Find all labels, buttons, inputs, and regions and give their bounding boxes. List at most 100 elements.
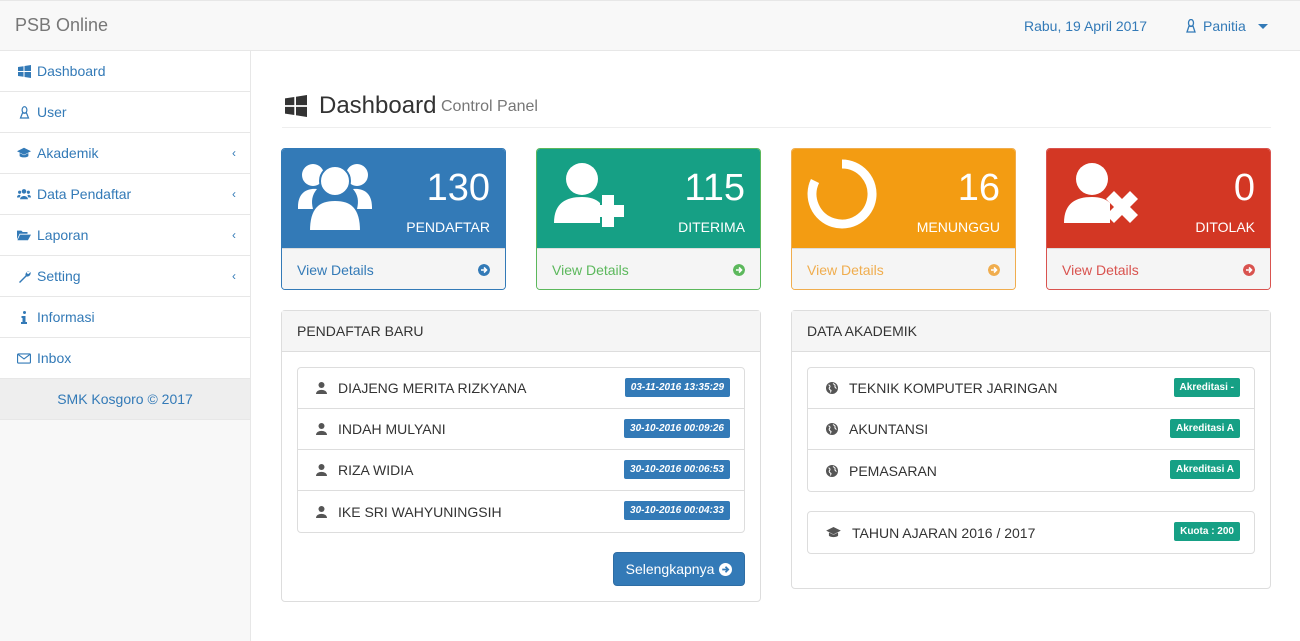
stat-panel-menunggu: 16 MENUNGGU View Details: [791, 148, 1016, 290]
user-linux-icon: [17, 105, 31, 119]
selengkapnya-button[interactable]: Selengkapnya: [613, 552, 745, 586]
sidebar: Dashboard User Akademik ‹ Data Pendaftar…: [0, 51, 251, 641]
arrow-circle-right-icon: [719, 562, 733, 576]
akreditasi-badge: Akreditasi A: [1170, 419, 1240, 438]
sidebar-item-laporan[interactable]: Laporan ‹: [0, 215, 250, 256]
chevron-left-icon: ‹: [232, 269, 236, 283]
sidebar-item-label: Inbox: [37, 350, 72, 366]
stat-panel-ditolak: 0 DITOLAK View Details: [1046, 148, 1271, 290]
pendaftar-name: RIZA WIDIA: [338, 462, 414, 478]
user-plus-icon: [554, 163, 624, 227]
globe-icon: [826, 423, 838, 435]
sidebar-item-label: Setting: [37, 268, 81, 284]
list-item[interactable]: AKUNTANSI Akreditasi A: [808, 409, 1254, 450]
page-title: Dashboard: [319, 92, 437, 119]
graduation-cap-icon: [826, 527, 841, 538]
user-icon: [316, 382, 327, 394]
list-item[interactable]: RIZA WIDIA 30-10-2016 00:06:53: [298, 450, 744, 491]
sidebar-item-setting[interactable]: Setting ‹: [0, 256, 250, 297]
graduation-cap-icon: [17, 146, 31, 160]
list-item[interactable]: DIAJENG MERITA RIZKYANA 03-11-2016 13:35…: [298, 368, 744, 409]
list-item[interactable]: IKE SRI WAHYUNINGSIH 30-10-2016 00:04:33: [298, 491, 744, 532]
user-icon: [316, 464, 327, 476]
sidebar-item-user[interactable]: User: [0, 92, 250, 133]
sidebar-item-data-pendaftar[interactable]: Data Pendaftar ‹: [0, 174, 250, 215]
sidebar-item-label: User: [37, 104, 67, 120]
chevron-left-icon: ‹: [232, 187, 236, 201]
current-date: Rabu, 19 April 2017: [1024, 18, 1147, 34]
view-details-link[interactable]: View Details: [792, 248, 1015, 289]
sidebar-item-label: Akademik: [37, 145, 99, 161]
sidebar-item-akademik[interactable]: Akademik ‹: [0, 133, 250, 174]
stat-value: 16: [957, 167, 1000, 209]
sidebar-item-label: Informasi: [37, 309, 95, 325]
folder-open-icon: [17, 228, 31, 242]
globe-icon: [826, 464, 838, 477]
stat-label: PENDAFTAR: [406, 219, 490, 235]
view-details-link[interactable]: View Details: [282, 248, 505, 289]
stat-label: DITERIMA: [678, 219, 745, 235]
akreditasi-badge: Akreditasi -: [1173, 378, 1240, 397]
pendaftar-name: DIAJENG MERITA RIZKYANA: [338, 380, 527, 396]
view-details-link[interactable]: View Details: [1047, 248, 1270, 289]
list-item[interactable]: INDAH MULYANI 30-10-2016 00:09:26: [298, 409, 744, 450]
envelope-icon: [17, 351, 31, 365]
top-navbar: PSB Online Rabu, 19 April 2017 Panitia: [0, 0, 1300, 51]
sidebar-item-inbox[interactable]: Inbox: [0, 338, 250, 379]
windows-icon: [17, 64, 31, 78]
stat-value: 130: [426, 167, 490, 209]
jurusan-name: PEMASARAN: [849, 462, 937, 479]
pendaftar-name: IKE SRI WAHYUNINGSIH: [338, 503, 502, 520]
arrow-circle-right-icon: [988, 264, 1000, 276]
sidebar-footer: SMK Kosgoro © 2017: [0, 379, 250, 420]
timestamp-badge: 30-10-2016 00:04:33: [624, 501, 730, 520]
user-times-icon: [1064, 163, 1138, 223]
arrow-circle-right-icon: [733, 264, 745, 276]
stat-panel-pendaftar: 130 PENDAFTAR View Details: [281, 148, 506, 290]
jurusan-name: TEKNIK KOMPUTER JARINGAN: [849, 380, 1058, 396]
panel-pendaftar-baru: PENDAFTAR BARU DIAJENG MERITA RIZKYANA 0…: [281, 310, 761, 602]
arrow-circle-right-icon: [1243, 264, 1255, 276]
panel-data-akademik: DATA AKADEMIK TEKNIK KOMPUTER JARINGAN A…: [791, 310, 1271, 589]
timestamp-badge: 30-10-2016 00:06:53: [624, 460, 730, 479]
chevron-down-icon: [1257, 23, 1268, 29]
stat-label: MENUNGGU: [916, 219, 1000, 235]
panel-title: PENDAFTAR BARU: [282, 311, 760, 352]
view-details-label: View Details: [807, 262, 884, 278]
list-item[interactable]: PEMASARAN Akreditasi A: [808, 450, 1254, 491]
chevron-left-icon: ‹: [232, 228, 236, 242]
sidebar-item-label: Laporan: [37, 227, 89, 243]
panel-title: DATA AKADEMIK: [792, 311, 1270, 352]
stat-value: 115: [684, 167, 745, 209]
tahun-ajaran-name: TAHUN AJARAN 2016 / 2017: [852, 524, 1036, 541]
info-icon: [17, 310, 31, 324]
pendaftar-name: INDAH MULYANI: [338, 421, 446, 437]
akreditasi-badge: Akreditasi A: [1170, 460, 1240, 479]
view-details-label: View Details: [1062, 262, 1139, 278]
user-linux-icon: [1186, 19, 1196, 33]
windows-icon: [285, 95, 307, 117]
sidebar-item-informasi[interactable]: Informasi: [0, 297, 250, 338]
jurusan-list: TEKNIK KOMPUTER JARINGAN Akreditasi - AK…: [807, 367, 1255, 492]
pendaftar-list: DIAJENG MERITA RIZKYANA 03-11-2016 13:35…: [297, 367, 745, 533]
page-subtitle: Control Panel: [441, 98, 538, 115]
user-menu[interactable]: Panitia: [1185, 18, 1268, 34]
brand-title[interactable]: PSB Online: [15, 15, 108, 36]
sidebar-item-dashboard[interactable]: Dashboard: [0, 51, 250, 92]
list-item[interactable]: TEKNIK KOMPUTER JARINGAN Akreditasi -: [808, 368, 1254, 409]
view-details-link[interactable]: View Details: [537, 248, 760, 289]
page-header: Dashboard Control Panel: [282, 88, 1271, 128]
timestamp-badge: 03-11-2016 13:35:29: [624, 378, 730, 397]
user-icon: [316, 423, 327, 435]
view-details-label: View Details: [297, 262, 374, 278]
user-menu-label: Panitia: [1203, 18, 1246, 34]
chevron-left-icon: ‹: [232, 146, 236, 160]
users-icon: [17, 187, 31, 201]
arrow-circle-right-icon: [478, 264, 490, 276]
user-icon: [316, 505, 327, 518]
view-details-label: View Details: [552, 262, 629, 278]
globe-icon: [826, 382, 838, 394]
sidebar-item-label: Data Pendaftar: [37, 186, 132, 202]
users-icon: [298, 164, 372, 232]
list-item[interactable]: TAHUN AJARAN 2016 / 2017 Kuota : 200: [808, 512, 1254, 553]
